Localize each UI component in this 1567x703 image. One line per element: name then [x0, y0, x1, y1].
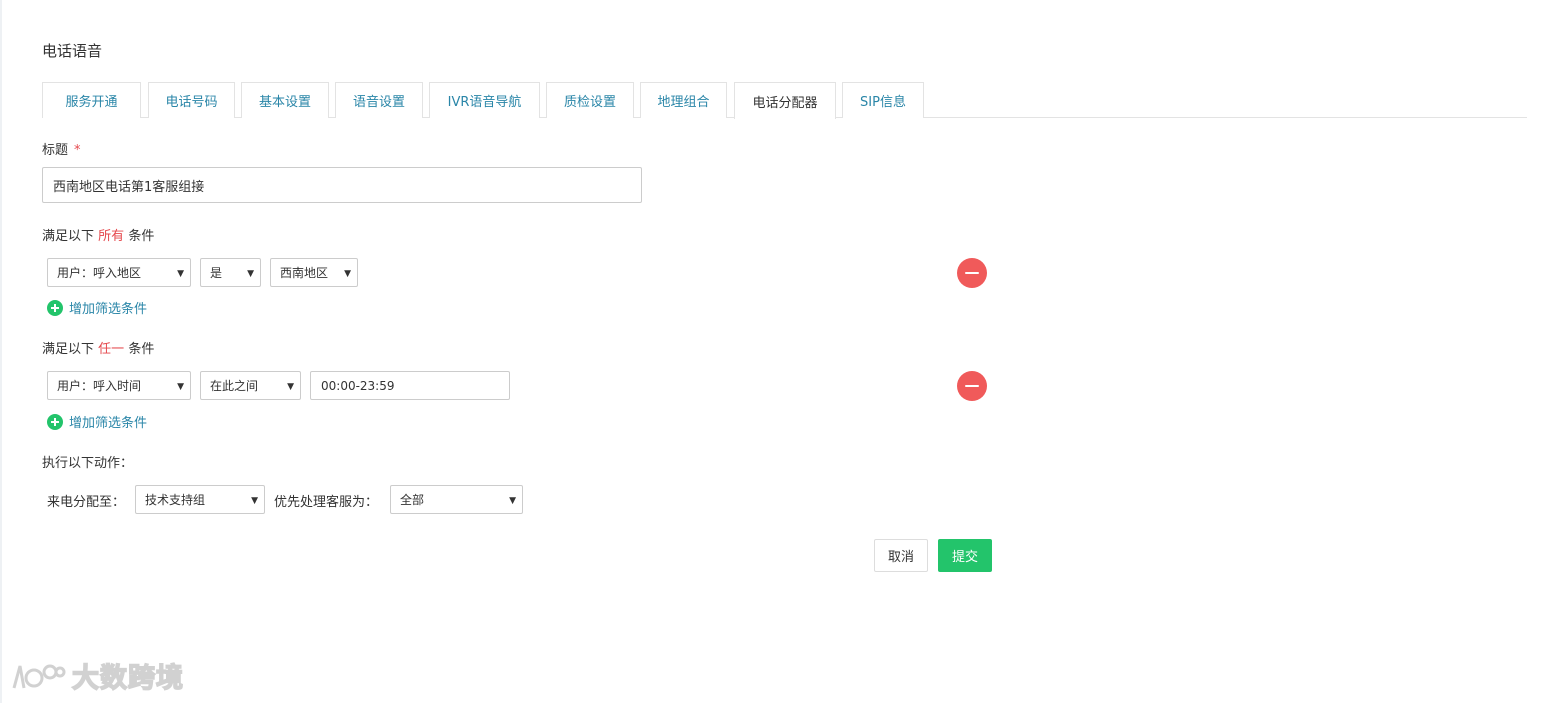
all-condition-operator-select[interactable]: 是 ▼	[200, 258, 261, 287]
title-input-value: 西南地区电话第1客服组接	[53, 179, 205, 195]
tab-call-distributor[interactable]: 电话分配器	[734, 82, 836, 119]
all-condition-value-text: 西南地区	[280, 266, 329, 280]
watermark-text: 大数跨境	[71, 662, 184, 695]
required-mark: *	[74, 143, 81, 158]
all-conditions-keyword: 所有	[98, 229, 125, 244]
assign-to-select[interactable]: 技术支持组 ▼	[135, 485, 265, 514]
tab-bar: 服务开通 电话号码 基本设置 语音设置 IVR语音导航 质检设置 地理组合 电话…	[42, 82, 1527, 119]
all-conditions-prefix: 满足以下	[42, 229, 95, 244]
tab-qc-settings[interactable]: 质检设置	[546, 82, 634, 118]
tab-basic-settings[interactable]: 基本设置	[241, 82, 329, 118]
any-condition-operator-select[interactable]: 在此之间 ▼	[200, 371, 301, 400]
tab-voice-settings[interactable]: 语音设置	[335, 82, 423, 118]
any-condition-operator-value: 在此之间	[210, 379, 259, 393]
add-all-condition-link[interactable]: 增加筛选条件	[47, 298, 147, 317]
tab-geo-combination[interactable]: 地理组合	[640, 82, 727, 118]
plus-circle-icon	[47, 299, 63, 316]
all-conditions-suffix: 条件	[128, 229, 155, 244]
submit-button[interactable]: 提交	[938, 539, 992, 572]
all-conditions-heading: 满足以下 所有 条件	[42, 225, 154, 244]
all-condition-field-value: 用户：呼入地区	[57, 266, 142, 280]
watermark: 大数跨境	[10, 656, 184, 695]
left-border	[0, 0, 2, 703]
tab-phone-numbers[interactable]: 电话号码	[148, 82, 235, 118]
tab-ivr-navigation[interactable]: IVR语音导航	[429, 82, 540, 118]
all-condition-value-select[interactable]: 西南地区 ▼	[270, 258, 358, 287]
plus-circle-icon	[47, 413, 63, 430]
any-conditions-keyword: 任一	[98, 342, 125, 357]
minus-circle-icon	[965, 272, 979, 274]
any-condition-field-select[interactable]: 用户：呼入时间 ▼	[47, 371, 191, 400]
caret-down-icon: ▼	[344, 269, 351, 279]
any-condition-time-range-input[interactable]: 00:00-23:59	[310, 371, 510, 400]
title-input[interactable]: 西南地区电话第1客服组接	[42, 167, 642, 203]
any-conditions-suffix: 条件	[128, 342, 155, 357]
title-label-text: 标题	[42, 143, 69, 158]
priority-agent-value: 全部	[400, 493, 425, 507]
watermark-logo-icon	[12, 664, 66, 688]
any-conditions-heading: 满足以下 任一 条件	[42, 338, 154, 357]
assign-to-label: 来电分配至：	[47, 495, 126, 510]
any-conditions-prefix: 满足以下	[42, 342, 95, 357]
remove-all-condition-button[interactable]	[957, 258, 987, 288]
add-any-condition-label: 增加筛选条件	[69, 416, 148, 431]
tab-sip-info[interactable]: SIP信息	[842, 82, 924, 118]
any-condition-field-value: 用户：呼入时间	[57, 379, 142, 393]
priority-agent-select[interactable]: 全部 ▼	[390, 485, 523, 514]
add-all-condition-label: 增加筛选条件	[69, 302, 148, 317]
add-any-condition-link[interactable]: 增加筛选条件	[47, 412, 147, 431]
minus-circle-icon	[965, 385, 979, 387]
tab-service-activation[interactable]: 服务开通	[42, 82, 141, 118]
remove-any-condition-button[interactable]	[957, 371, 987, 401]
title-label: 标题 *	[42, 139, 81, 158]
caret-down-icon: ▼	[251, 496, 258, 506]
caret-down-icon: ▼	[287, 382, 294, 392]
actions-heading: 执行以下动作：	[42, 456, 134, 471]
caret-down-icon: ▼	[177, 382, 184, 392]
assign-to-value: 技术支持组	[145, 493, 206, 507]
priority-agent-label: 优先处理客服为：	[274, 495, 379, 510]
all-condition-field-select[interactable]: 用户：呼入地区 ▼	[47, 258, 191, 287]
cancel-button[interactable]: 取消	[874, 539, 928, 572]
all-condition-operator-value: 是	[210, 266, 223, 280]
caret-down-icon: ▼	[177, 269, 184, 279]
page-title: 电话语音	[42, 42, 103, 60]
caret-down-icon: ▼	[509, 496, 516, 506]
caret-down-icon: ▼	[247, 269, 254, 279]
any-condition-time-range-value: 00:00-23:59	[321, 378, 395, 393]
